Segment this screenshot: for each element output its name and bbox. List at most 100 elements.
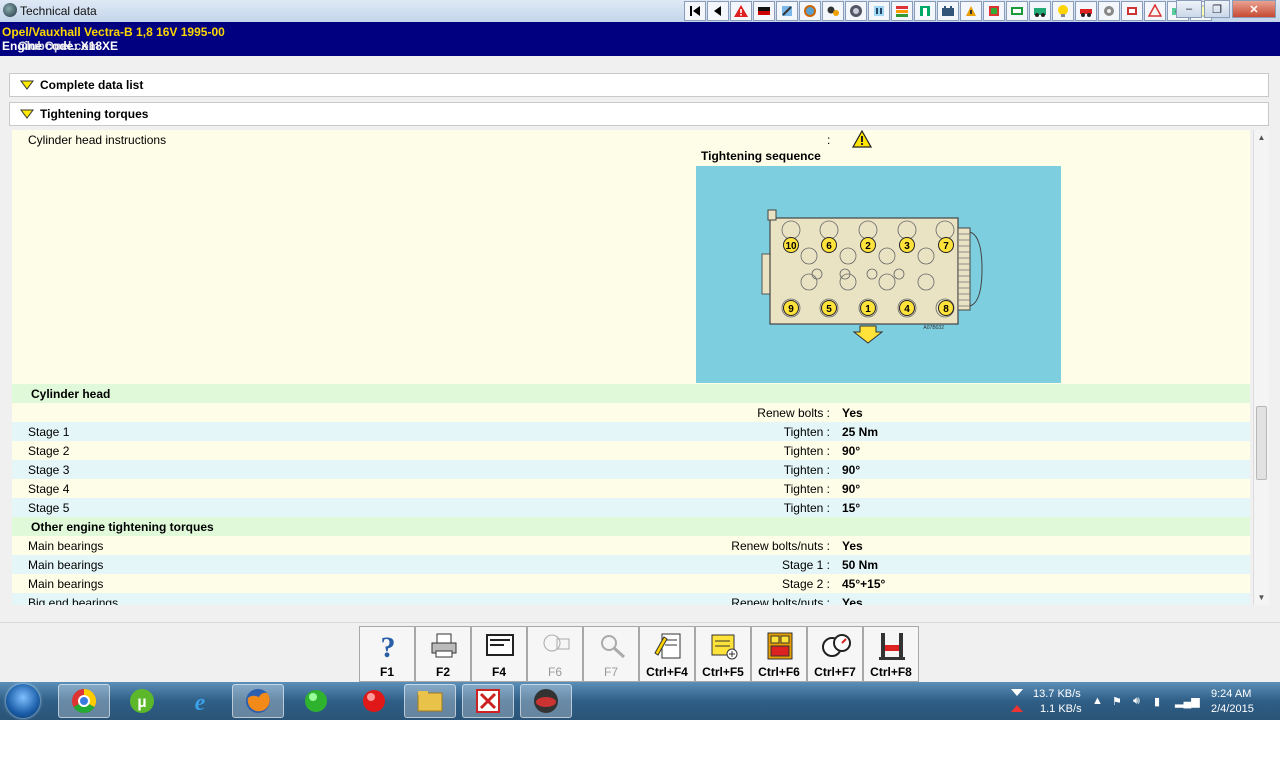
f7-label: F7 [603,665,618,679]
gear-icon[interactable] [799,1,821,21]
table-row: Stage 3 Tighten : 90° [12,460,1250,479]
instructions-colon: : [827,133,831,147]
transmission-icon[interactable] [1098,1,1120,21]
add-note-icon [711,634,738,660]
ctrl-f6-label: Ctrl+F6 [758,665,800,679]
flag-icon[interactable] [753,1,775,21]
complete-data-list-header[interactable]: Complete data list [9,73,1269,97]
row-value: 50 Nm [842,558,879,572]
svg-text:?: ? [381,631,396,661]
f4-label: F4 [491,665,506,679]
taskbar: µ e 13.7 KB/s 1.1 KB/s ▲ ⚑ 🔊︎ ▮ ▂▄▆ 9:24… [0,682,1280,720]
battery-icon[interactable] [937,1,959,21]
row-name: Stage 3 [28,463,70,477]
first-icon[interactable] [684,1,706,21]
row-param: Tighten : [783,501,830,515]
adjust-icon[interactable] [891,1,913,21]
tool-icon[interactable] [776,1,798,21]
f2-print-button[interactable]: F2 [415,626,471,682]
row-value: 90° [842,463,861,477]
ctrl-f4-edit-note-button[interactable]: Ctrl+F4 [639,626,695,682]
tightening-torques-header[interactable]: Tightening torques [9,102,1269,126]
row-value: Yes [842,406,863,420]
diagram-code: A07B032 [923,325,944,331]
red-ball-icon[interactable] [348,684,400,718]
utorrent-icon[interactable]: µ [116,684,168,718]
window-controls: – ❐ ✕ [1176,0,1276,18]
repair-icon[interactable] [1006,1,1028,21]
system-tray: 13.7 KB/s 1.1 KB/s ▲ ⚑ 🔊︎ ▮ ▂▄▆ 9:24 AM … [1000,682,1280,720]
show-hidden-icons-icon[interactable]: ▲ [1092,695,1103,707]
vertical-scrollbar[interactable]: ▲ ▼ [1253,130,1269,605]
row-value: 45°+15° [842,577,886,591]
bulb-icon[interactable] [1052,1,1074,21]
tyre-icon[interactable] [1121,1,1143,21]
app-icon[interactable] [462,684,514,718]
print-icon [431,633,457,658]
upload-speed: 1.1 KB/s [1040,703,1082,715]
folder-icon[interactable] [404,684,456,718]
row-param: Stage 2 : [781,577,830,591]
action-center-flag-icon[interactable]: ⚑ [1112,695,1122,708]
previous-icon[interactable] [707,1,729,21]
start-button[interactable] [6,684,40,718]
f2-label: F2 [435,665,450,679]
row-name: Stage 5 [28,501,70,515]
firefox-icon[interactable] [232,684,284,718]
power-icon[interactable]: ▮ [1154,695,1160,708]
cooling-icon[interactable] [868,1,890,21]
vehicle-header: Opel/Vauxhall Vectra-B 1,8 16V 1995-00 E… [0,22,1280,56]
scroll-thumb[interactable] [1256,406,1267,480]
ctrl-f5-add-note-button[interactable]: Ctrl+F5 [695,626,751,682]
network-meter-icon [1011,689,1023,712]
table-row: Stage 5 Tighten : 15° [12,498,1250,517]
lamp-icon[interactable] [1029,1,1051,21]
close-button[interactable]: ✕ [1232,0,1276,18]
caution-icon[interactable] [1144,1,1166,21]
car-icon[interactable] [1075,1,1097,21]
chrome-icon[interactable] [58,684,110,718]
help-icon: ? [381,631,396,661]
minimize-button[interactable]: – [1176,0,1202,18]
wifi-signal-icon[interactable]: ▂▄▆ [1175,695,1200,708]
row-param: Tighten : [783,444,830,458]
green-ball-icon[interactable] [290,684,342,718]
scroll-up-arrow-icon[interactable]: ▲ [1254,130,1269,145]
volume-icon[interactable]: 🔊︎ [1133,695,1140,708]
bolt-number: 9 [788,304,794,315]
f4-screen-button[interactable]: F4 [471,626,527,682]
bolt-number: 1 [865,304,871,315]
gauge-icon [822,634,851,657]
ctrl-f7-gauge-button[interactable]: Ctrl+F7 [807,626,863,682]
row-param: Tighten : [783,425,830,439]
row-name: Main bearings [28,539,104,553]
warning-icon[interactable] [852,130,872,148]
row-name: Stage 2 [28,444,70,458]
f6-text-button[interactable]: F6 [527,626,583,682]
ecu-icon[interactable] [960,1,982,21]
wheel-icon[interactable] [845,1,867,21]
scroll-down-arrow-icon[interactable]: ▼ [1254,590,1269,605]
top-toolbar [684,1,1212,21]
bolt-number: 10 [785,241,797,252]
group-label: Cylinder head [31,387,111,401]
ctrl-f5-label: Ctrl+F5 [702,665,744,679]
restore-button[interactable]: ❐ [1204,0,1230,18]
autodata-icon[interactable] [520,684,572,718]
ctrl-f8-lift-button[interactable]: Ctrl+F8 [863,626,919,682]
clock-date[interactable]: 2/4/2015 [1211,703,1254,715]
manual-icon[interactable] [983,1,1005,21]
function-key-bar: ? F1 F2 F4 F6 F7 Ctrl+F4 Ctrl+F5 Ctrl+F6… [0,622,1280,683]
ctrl-f6-calculator-button[interactable]: Ctrl+F6 [751,626,807,682]
watermark-logo: ClubOpel.com [18,39,100,53]
bolt-number: 4 [904,304,910,315]
f1-help-button[interactable]: ? F1 [359,626,415,682]
clock-time[interactable]: 9:24 AM [1211,688,1251,700]
f7-zoom-button[interactable]: F7 [583,626,639,682]
warning-icon[interactable] [730,1,752,21]
settings-icon[interactable] [822,1,844,21]
row-param: Renew bolts : [757,406,830,420]
collapse-arrow-icon [20,109,34,119]
timing-icon[interactable] [914,1,936,21]
internet-explorer-icon[interactable]: e [174,684,226,718]
